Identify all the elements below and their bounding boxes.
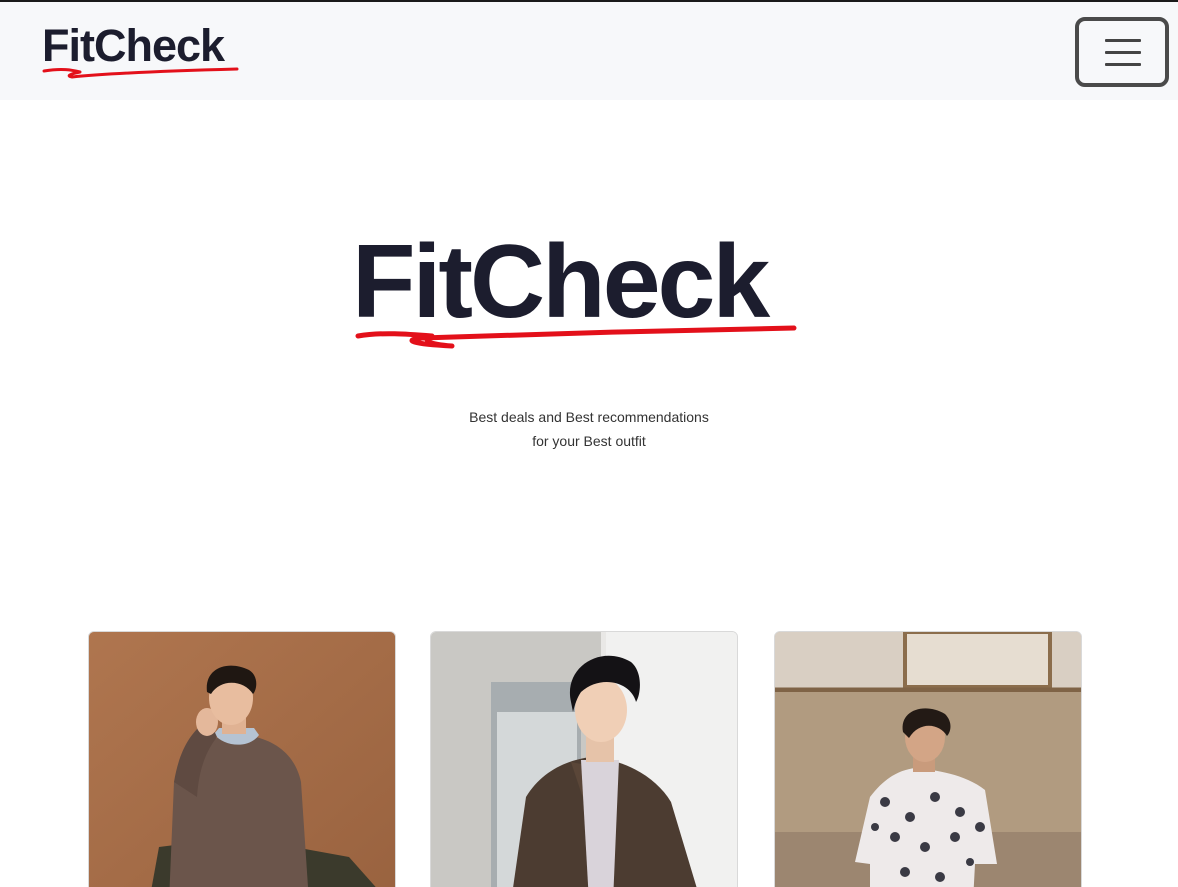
outfit-photo-2 — [431, 632, 737, 887]
hero-underline-swoosh — [355, 325, 797, 349]
navbar: FitCheck — [0, 2, 1178, 100]
brand-underline-swoosh — [42, 67, 239, 79]
page: FitCheck FitCheck Best deals and Best re… — [0, 0, 1178, 887]
hero-tagline: Best deals and Best recommendations for … — [389, 405, 789, 453]
outfit-card-1[interactable] — [88, 631, 396, 887]
outfit-card-2[interactable] — [430, 631, 738, 887]
tagline-line-1: Best deals and Best recommendations — [469, 409, 709, 425]
outfit-card-3[interactable] — [774, 631, 1082, 887]
outfit-photo-3 — [775, 632, 1081, 887]
navbar-brand-logo[interactable]: FitCheck — [42, 20, 262, 84]
navbar-toggle-button[interactable] — [1075, 17, 1169, 87]
hero-logo: FitCheck — [352, 226, 832, 361]
outfit-photo-1 — [89, 632, 395, 887]
tagline-line-2: for your Best outfit — [532, 433, 646, 449]
